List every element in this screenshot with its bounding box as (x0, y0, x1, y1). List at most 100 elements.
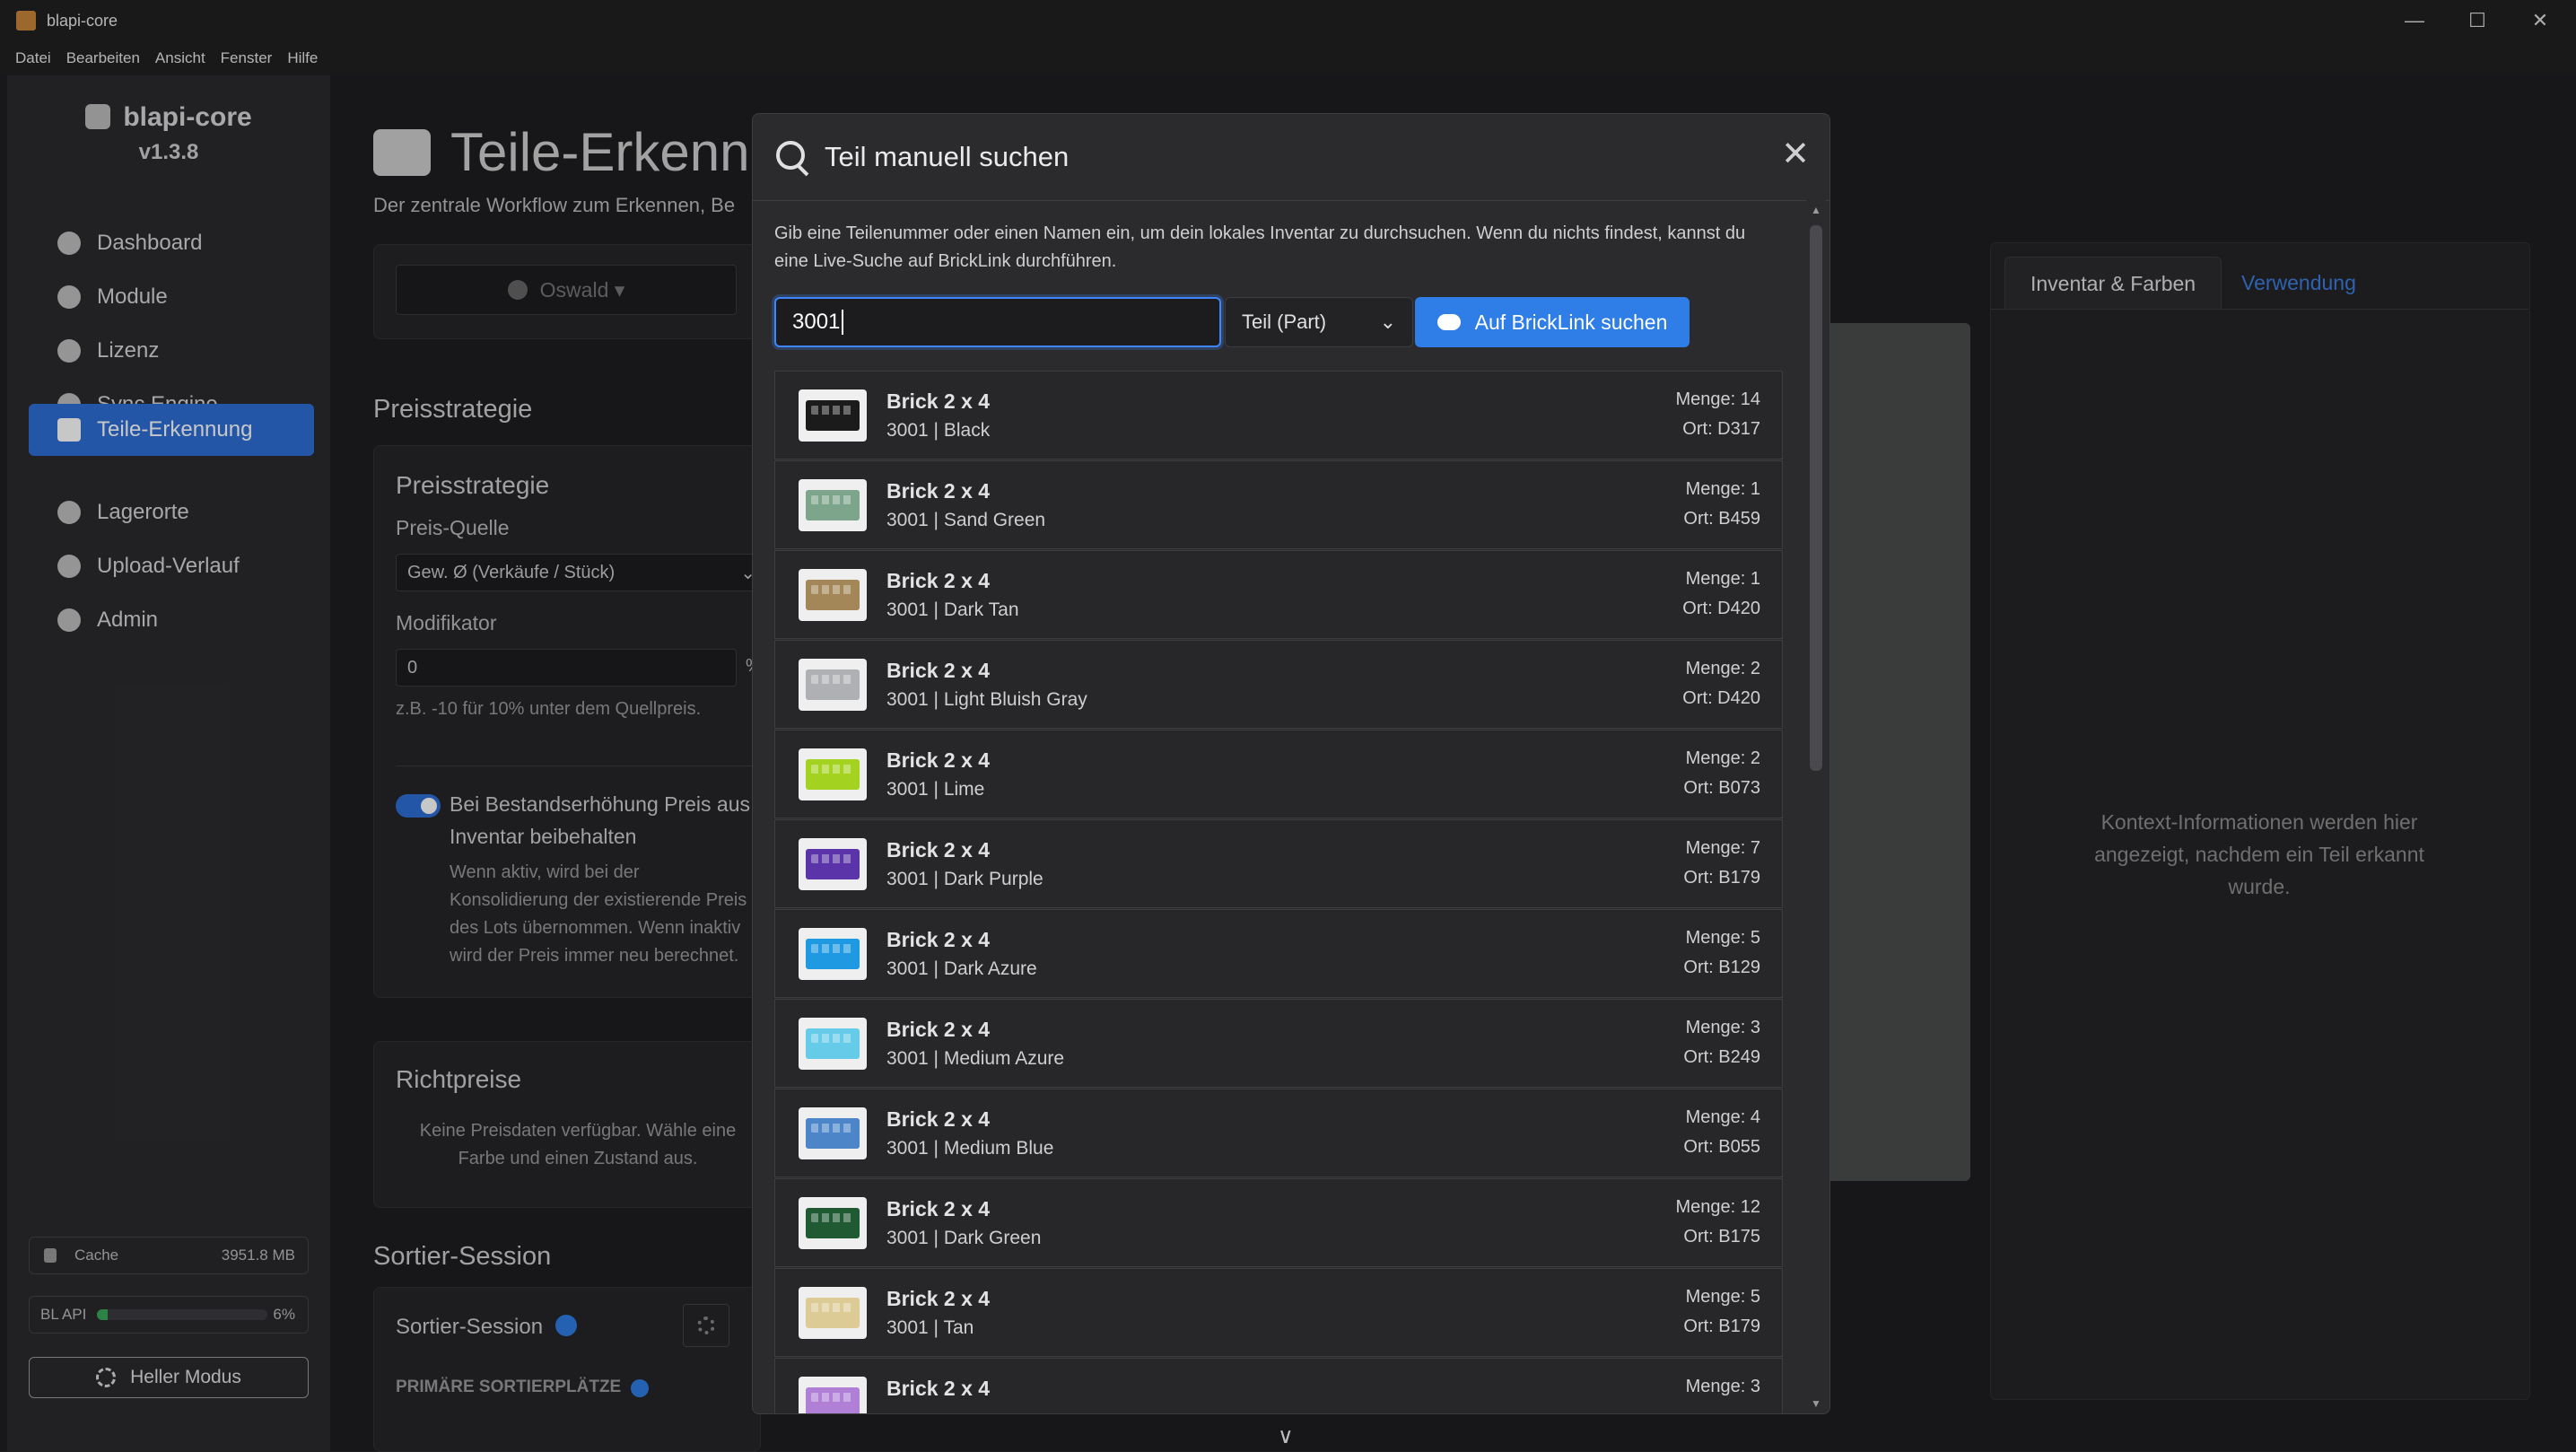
result-quantity: Menge: 1 (1685, 479, 1760, 499)
result-row[interactable]: Brick 2 x 4 3001 | Medium Azure Menge: 3 Or… (774, 999, 1783, 1088)
result-part-name: Brick 2 x 4 (886, 479, 991, 503)
result-row[interactable]: Brick 2 x 4 3001 | Light Bluish Gray Menge… (774, 640, 1783, 729)
result-row[interactable]: Brick 2 x 4 3001 | Dark Azure Menge: 5 Ort:… (774, 909, 1783, 998)
result-part-name: Brick 2 x 4 (886, 659, 991, 682)
result-row[interactable]: Brick 2 x 4 3001 | Dark Tan Menge: 1 Ort: D… (774, 550, 1783, 639)
result-part-name: Brick 2 x 4 (886, 569, 991, 592)
brick-image (806, 400, 860, 431)
result-part-number-color: 3001 | Dark Azure (886, 958, 1037, 979)
result-location: Ort: B175 (1683, 1227, 1760, 1246)
result-part-name: Brick 2 x 4 (886, 1018, 991, 1041)
result-quantity: Menge: 3 (1685, 1377, 1760, 1396)
search-results-list: Brick 2 x 4 3001 | Black Menge: 14 Ort: D31… (774, 371, 1783, 1413)
brick-thumbnail (799, 1377, 867, 1413)
result-part-name: Brick 2 x 4 (886, 748, 991, 772)
brick-image (806, 1298, 860, 1328)
result-quantity: Menge: 2 (1685, 748, 1760, 768)
brick-image (806, 580, 860, 610)
brick-image (806, 1387, 860, 1413)
brick-image (806, 939, 860, 969)
result-row[interactable]: Brick 2 x 4 3001 | Medium Blue Menge: 4 Ort… (774, 1089, 1783, 1177)
result-part-number-color: 3001 | Medium Azure (886, 1048, 1065, 1069)
brick-thumbnail (799, 928, 867, 980)
brick-thumbnail (799, 838, 867, 890)
close-icon[interactable]: ✕ (1781, 137, 1810, 171)
brick-thumbnail (799, 659, 867, 711)
bricklink-search-label: Auf BrickLink suchen (1474, 310, 1668, 334)
result-part-name: Brick 2 x 4 (886, 838, 991, 862)
result-row[interactable]: Brick 2 x 4 3001 | Sand Green Menge: 1 Ort:… (774, 460, 1783, 549)
result-location: Ort: B073 (1683, 778, 1760, 798)
chevron-down-icon[interactable]: ∨ (1278, 1423, 1294, 1449)
result-row[interactable]: Brick 2 x 4 3001 | Tan Menge: 5 Ort: B179 (774, 1268, 1783, 1357)
bricklink-search-button[interactable]: Auf BrickLink suchen (1415, 297, 1690, 347)
brick-thumbnail (799, 748, 867, 800)
brick-thumbnail (799, 1197, 867, 1249)
result-part-name: Brick 2 x 4 (886, 1107, 991, 1131)
result-part-number-color: 3001 | Dark Purple (886, 869, 1043, 889)
part-search-value: 3001 (792, 310, 841, 334)
result-quantity: Menge: 3 (1685, 1018, 1760, 1037)
result-location: Ort: B055 (1683, 1137, 1760, 1157)
brick-thumbnail (799, 1107, 867, 1159)
result-part-number-color: 3001 | Medium Blue (886, 1138, 1054, 1159)
result-quantity: Menge: 2 (1685, 659, 1760, 678)
result-quantity: Menge: 14 (1675, 389, 1760, 409)
result-location: Ort: D420 (1682, 599, 1760, 618)
result-row[interactable]: Brick 2 x 4 3001 | Dark Green Menge: 12 Ort… (774, 1178, 1783, 1267)
brick-image (806, 1028, 860, 1059)
result-quantity: Menge: 5 (1685, 1287, 1760, 1307)
result-part-number-color: 3001 | Sand Green (886, 510, 1046, 530)
item-type-value: Teil (Part) (1242, 311, 1327, 333)
scroll-up-arrow[interactable]: ▲ (1811, 204, 1821, 216)
result-part-name: Brick 2 x 4 (886, 928, 991, 951)
result-part-name: Brick 2 x 4 (886, 389, 991, 413)
result-part-number-color: 3001 | Dark Tan (886, 599, 1019, 620)
search-icon (776, 141, 805, 170)
item-type-select[interactable]: Teil (Part) ⌄ (1225, 297, 1413, 347)
text-caret (842, 310, 844, 335)
modal-scrollbar[interactable]: ▲ ▼ (1806, 200, 1826, 1413)
result-row[interactable]: Brick 2 x 4 3001 | Dark Purple Menge: 7 Ort… (774, 819, 1783, 908)
part-search-input[interactable]: 3001 (774, 297, 1221, 347)
brick-thumbnail (799, 389, 867, 442)
brick-image (806, 849, 860, 879)
brick-image (806, 669, 860, 700)
brick-image (806, 759, 860, 790)
result-quantity: Menge: 1 (1685, 569, 1760, 589)
result-part-name: Brick 2 x 4 (886, 1287, 991, 1310)
result-quantity: Menge: 7 (1685, 838, 1760, 858)
result-location: Ort: B179 (1683, 868, 1760, 888)
result-row[interactable]: Brick 2 x 4 3001 | Lime Menge: 2 Ort: B073 (774, 730, 1783, 818)
result-part-number-color: 3001 | Dark Green (886, 1228, 1042, 1248)
result-location: Ort: B249 (1683, 1047, 1760, 1067)
result-part-name: Brick 2 x 4 (886, 1377, 991, 1400)
result-quantity: Menge: 5 (1685, 928, 1760, 948)
result-part-number-color: 3001 | Black (886, 420, 991, 441)
result-location: Ort: D420 (1682, 688, 1760, 708)
result-location: Ort: B459 (1683, 509, 1760, 529)
result-location: Ort: D317 (1682, 419, 1760, 439)
result-part-number-color: 3001 | Lime (886, 779, 985, 800)
scroll-down-arrow[interactable]: ▼ (1811, 1397, 1821, 1410)
modal-header: Teil manuell suchen ✕ (753, 114, 1829, 201)
result-row[interactable]: Brick 2 x 4 Menge: 3 (774, 1358, 1783, 1413)
brick-thumbnail (799, 479, 867, 531)
cloud-download-icon (1436, 314, 1461, 330)
brick-image (806, 490, 860, 520)
brick-image (806, 1208, 860, 1238)
chevron-down-icon: ⌄ (1379, 311, 1396, 333)
result-part-name: Brick 2 x 4 (886, 1197, 991, 1220)
modal-title: Teil manuell suchen (825, 141, 1070, 172)
result-part-number-color: 3001 | Tan (886, 1317, 974, 1338)
brick-thumbnail (799, 1018, 867, 1070)
result-part-number-color: 3001 | Light Bluish Gray (886, 689, 1087, 710)
brick-thumbnail (799, 1287, 867, 1339)
result-location: Ort: B129 (1683, 958, 1760, 977)
brick-image (806, 1118, 860, 1149)
result-row[interactable]: Brick 2 x 4 3001 | Black Menge: 14 Ort: D31… (774, 371, 1783, 459)
modal-description: Gib eine Teilenummer oder einen Namen ei… (774, 223, 1746, 271)
scrollbar-thumb[interactable] (1810, 225, 1822, 771)
result-location: Ort: B179 (1683, 1316, 1760, 1336)
brick-thumbnail (799, 569, 867, 621)
